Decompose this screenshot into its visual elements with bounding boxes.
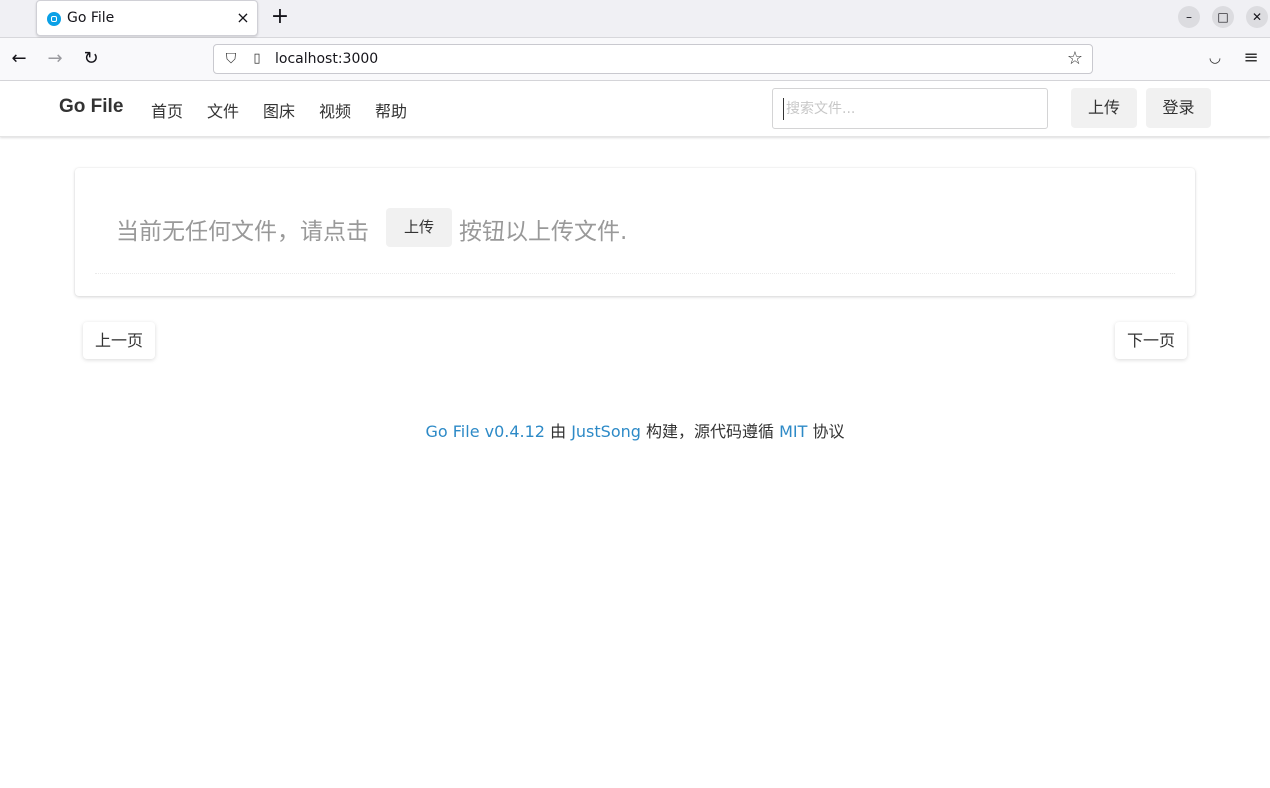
card-divider [95, 273, 1175, 274]
footer: Go File v0.4.12 由 JustSong 构建，源代码遵循 MIT … [0, 418, 1270, 442]
back-arrow-icon[interactable]: ← [7, 47, 31, 71]
page-icon[interactable]: ▯ [248, 50, 266, 68]
brand-title[interactable]: Go File [59, 96, 123, 118]
app-header: Go File 首页 文件 图床 视频 帮助 上传 登录 [0, 81, 1270, 137]
footer-built: 构建，源代码遵循 [646, 422, 775, 441]
shield-icon[interactable]: ⛉ [222, 50, 240, 68]
prev-page-button[interactable]: 上一页 [83, 322, 155, 359]
author-link[interactable]: JustSong [571, 422, 641, 441]
license-link[interactable]: MIT [779, 422, 807, 441]
next-page-button[interactable]: 下一页 [1115, 322, 1187, 359]
empty-message-end: 按钮以上传文件. [459, 219, 628, 245]
nav-item-home[interactable]: 首页 [151, 98, 183, 122]
search-box[interactable] [772, 88, 1048, 129]
nav-item-videos[interactable]: 视频 [319, 98, 351, 122]
browser-nav-bar: ← → ↻ ⛉ ▯ localhost:3000 ☆ ◡ ≡ [0, 38, 1270, 81]
empty-files-card: 当前无任何文件，请点击 上传 按钮以上传文件. [75, 168, 1195, 296]
search-input[interactable] [783, 98, 1033, 120]
browser-tab-bar: Go File × + – □ ✕ [0, 0, 1270, 38]
nav-item-help[interactable]: 帮助 [375, 98, 407, 122]
tab-close-icon[interactable]: × [233, 8, 253, 28]
empty-message-start: 当前无任何文件，请点击 [116, 219, 369, 245]
browser-tab[interactable]: Go File × [36, 0, 258, 36]
footer-protocol: 协议 [812, 422, 845, 441]
upload-button[interactable]: 上传 [1071, 88, 1137, 128]
footer-by: 由 [550, 422, 567, 441]
pocket-icon[interactable]: ◡ [1204, 47, 1226, 69]
login-button[interactable]: 登录 [1146, 88, 1211, 128]
maximize-icon[interactable]: □ [1212, 6, 1234, 28]
go-file-favicon-icon [47, 12, 61, 26]
hamburger-menu-icon[interactable]: ≡ [1240, 47, 1262, 69]
bookmark-star-icon[interactable]: ☆ [1064, 48, 1086, 70]
inline-upload-button[interactable]: 上传 [386, 208, 452, 247]
minimize-icon[interactable]: – [1178, 6, 1200, 28]
tab-title: Go File [67, 10, 115, 26]
app-version-link[interactable]: Go File v0.4.12 [425, 422, 545, 441]
new-tab-icon[interactable]: + [269, 6, 291, 28]
forward-arrow-icon[interactable]: → [43, 47, 67, 71]
reload-icon[interactable]: ↻ [79, 47, 103, 71]
address-bar[interactable]: ⛉ ▯ localhost:3000 ☆ [213, 44, 1093, 74]
nav-item-files[interactable]: 文件 [207, 98, 239, 122]
nav-item-image-host[interactable]: 图床 [263, 98, 295, 122]
url-text[interactable]: localhost:3000 [275, 51, 378, 67]
window-close-icon[interactable]: ✕ [1246, 6, 1268, 28]
